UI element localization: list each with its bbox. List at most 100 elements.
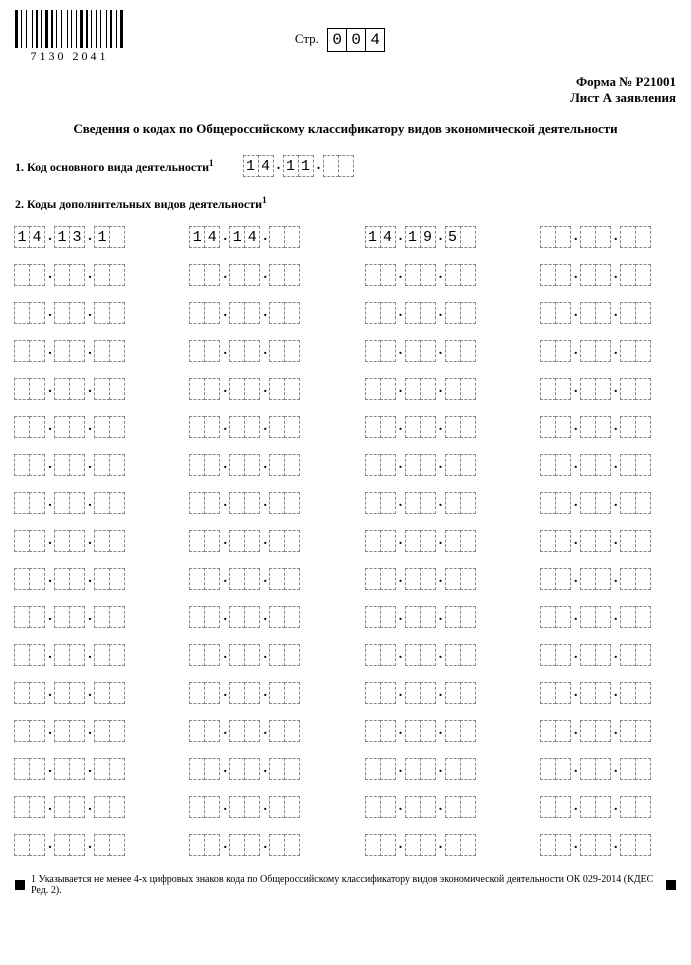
code-cell[interactable] (580, 796, 596, 818)
code-cell[interactable] (405, 568, 421, 590)
code-cell[interactable] (109, 568, 125, 590)
code-cell[interactable]: 1 (229, 226, 245, 248)
code-cell[interactable] (555, 834, 571, 856)
code-cell[interactable] (460, 226, 476, 248)
code-cell[interactable] (620, 682, 636, 704)
code-cell[interactable] (620, 264, 636, 286)
code-cell[interactable] (189, 568, 205, 590)
code-cell[interactable] (29, 454, 45, 476)
code-cell[interactable] (380, 682, 396, 704)
code-cell[interactable] (445, 758, 461, 780)
code-cell[interactable] (284, 416, 300, 438)
code-cell[interactable] (445, 378, 461, 400)
code-cell[interactable] (420, 606, 436, 628)
code-cell[interactable] (244, 568, 260, 590)
code-cell[interactable] (540, 378, 556, 400)
code-cell[interactable] (405, 644, 421, 666)
code-cell[interactable] (365, 264, 381, 286)
code-cell[interactable] (54, 416, 70, 438)
code-cell[interactable] (445, 264, 461, 286)
code-cell[interactable] (420, 720, 436, 742)
code-cell[interactable] (420, 796, 436, 818)
code-cell[interactable] (635, 340, 651, 362)
code-cell[interactable] (595, 302, 611, 324)
code-cell[interactable] (14, 302, 30, 324)
code-cell[interactable] (244, 720, 260, 742)
code-cell[interactable] (244, 340, 260, 362)
code-cell[interactable] (69, 378, 85, 400)
code-cell[interactable] (580, 264, 596, 286)
code-cell[interactable] (54, 568, 70, 590)
code-cell[interactable] (555, 454, 571, 476)
code-cell[interactable] (420, 454, 436, 476)
code-cell[interactable] (555, 416, 571, 438)
code-cell[interactable] (365, 340, 381, 362)
code-cell[interactable] (405, 834, 421, 856)
code-cell[interactable] (54, 644, 70, 666)
code-cell[interactable] (445, 416, 461, 438)
code-cell[interactable] (284, 796, 300, 818)
code-cell[interactable] (540, 416, 556, 438)
code-cell[interactable] (620, 226, 636, 248)
code-cell[interactable] (284, 264, 300, 286)
code-cell[interactable] (244, 606, 260, 628)
code-cell[interactable] (555, 340, 571, 362)
code-cell[interactable] (204, 416, 220, 438)
code-cell[interactable] (365, 682, 381, 704)
code-cell[interactable] (229, 302, 245, 324)
code-cell[interactable] (189, 834, 205, 856)
code-cell[interactable] (54, 340, 70, 362)
code-cell[interactable] (365, 644, 381, 666)
code-cell[interactable] (420, 416, 436, 438)
code-cell[interactable] (555, 644, 571, 666)
code-cell[interactable] (69, 264, 85, 286)
code-cell[interactable] (229, 530, 245, 552)
code-cell[interactable] (635, 378, 651, 400)
code-cell[interactable] (284, 834, 300, 856)
code-cell[interactable] (635, 758, 651, 780)
code-cell[interactable] (109, 720, 125, 742)
code-cell[interactable] (460, 796, 476, 818)
code-cell[interactable] (445, 834, 461, 856)
code-cell[interactable] (405, 682, 421, 704)
code-cell[interactable] (460, 264, 476, 286)
code-cell[interactable] (14, 530, 30, 552)
code-cell[interactable] (540, 530, 556, 552)
code-cell[interactable]: 4 (29, 226, 45, 248)
code-cell[interactable] (284, 568, 300, 590)
code-cell[interactable] (229, 378, 245, 400)
code-cell[interactable] (420, 264, 436, 286)
code-cell[interactable] (204, 644, 220, 666)
code-cell[interactable] (109, 416, 125, 438)
code-cell[interactable] (29, 834, 45, 856)
code-cell[interactable] (204, 606, 220, 628)
code-cell[interactable] (540, 568, 556, 590)
code-cell[interactable] (380, 758, 396, 780)
code-cell[interactable] (365, 492, 381, 514)
code-cell[interactable] (365, 834, 381, 856)
code-cell[interactable] (284, 720, 300, 742)
code-cell[interactable] (29, 644, 45, 666)
code-cell[interactable] (460, 606, 476, 628)
code-cell[interactable] (109, 492, 125, 514)
code-cell[interactable] (269, 454, 285, 476)
code-cell[interactable] (229, 340, 245, 362)
code-cell[interactable] (284, 606, 300, 628)
code-cell[interactable] (595, 758, 611, 780)
code-cell[interactable] (14, 606, 30, 628)
code-cell[interactable] (69, 492, 85, 514)
code-cell[interactable] (204, 492, 220, 514)
code-cell[interactable] (620, 796, 636, 818)
code-cell[interactable] (338, 155, 354, 177)
code-cell[interactable] (284, 530, 300, 552)
code-cell[interactable] (69, 796, 85, 818)
code-cell[interactable] (420, 758, 436, 780)
code-cell[interactable] (460, 302, 476, 324)
code-cell[interactable] (555, 492, 571, 514)
code-cell[interactable] (189, 492, 205, 514)
code-cell[interactable] (420, 530, 436, 552)
code-cell[interactable] (620, 720, 636, 742)
code-cell[interactable] (14, 492, 30, 514)
code-cell[interactable] (555, 682, 571, 704)
code-cell[interactable] (580, 416, 596, 438)
